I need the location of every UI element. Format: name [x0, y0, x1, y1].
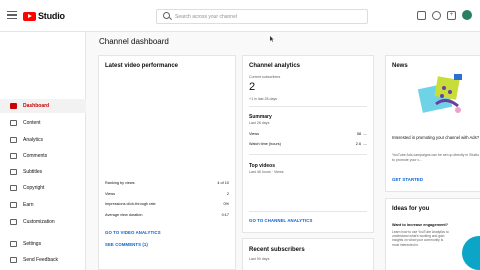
latest-video-card: Latest video performance Ranking by view… — [98, 55, 236, 270]
sidebar-item-comments[interactable]: Comments — [0, 149, 86, 163]
sidebar-item-copyright[interactable]: Copyright — [0, 181, 86, 195]
sidebar-item-analytics[interactable]: Analytics — [0, 133, 86, 147]
sidebar-item-label: Earn — [23, 202, 34, 208]
copyright-icon — [10, 185, 17, 191]
stat-value: 0:17 — [221, 213, 229, 217]
avatar[interactable] — [462, 10, 472, 20]
recent-subscribers-period: Last 90 days — [249, 257, 270, 261]
stat-value: 0% — [223, 202, 230, 206]
customization-icon — [10, 219, 17, 225]
channel-analytics-card: Channel analytics Current subscribers 2 … — [242, 55, 374, 233]
sidebar-item-label: Subtitles — [23, 169, 43, 175]
summary-row: Views 58 — — [249, 130, 367, 138]
ideas-subtitle: Want to increase engagement? — [392, 223, 448, 227]
trend-icon: — — [363, 142, 367, 146]
stat-label: Impressions click-through rate — [105, 202, 156, 206]
summary-value: 2.6 — [355, 142, 362, 146]
sidebar-item-label: Analytics — [23, 137, 44, 143]
stat-row: Impressions click-through rate 0% — [105, 200, 229, 208]
sidebar: Dashboard Content Analytics Comments Sub… — [0, 32, 86, 270]
card-title: Recent subscribers — [249, 247, 305, 253]
sidebar-item-content[interactable]: Content — [0, 116, 86, 130]
settings-icon — [10, 241, 17, 247]
top-videos-period: Last 48 hours · Views — [249, 170, 284, 174]
content-icon — [10, 120, 17, 126]
stat-row: Average view duration 0:17 — [105, 211, 229, 219]
youtube-logo-icon — [23, 11, 36, 21]
comments-icon — [10, 153, 17, 159]
card-title: Channel analytics — [249, 63, 301, 69]
summary-label: Watch time (hours) — [249, 142, 281, 146]
hamburger-icon[interactable] — [7, 11, 17, 19]
top-bar: Studio + — [0, 0, 480, 32]
summary-row: Watch time (hours) 2.6 — — [249, 140, 367, 148]
sidebar-item-label: Settings — [23, 241, 42, 247]
sidebar-item-customization[interactable]: Customization — [0, 215, 86, 229]
sidebar-item-settings[interactable]: Settings — [0, 237, 86, 251]
divider — [249, 154, 367, 155]
studio-logo[interactable]: Studio — [23, 9, 65, 23]
news-card: News Interested in promoting your channe… — [385, 55, 480, 192]
create-icon[interactable]: + — [447, 10, 456, 20]
trend-icon: — — [363, 132, 367, 136]
sidebar-item-earn[interactable]: Earn — [0, 198, 86, 212]
messages-icon[interactable] — [417, 10, 426, 20]
card-title: Latest video performance — [105, 63, 179, 69]
subscribers-count: 2 — [249, 81, 256, 93]
logo-text: Studio — [38, 11, 65, 21]
help-icon[interactable] — [432, 10, 441, 20]
subscribers-label: Current subscribers — [249, 75, 281, 79]
sidebar-item-label: Copyright — [23, 185, 45, 191]
stat-row: Ranking by views 4 of 10 — [105, 179, 229, 187]
top-icons: + — [417, 10, 472, 20]
mouse-cursor-icon — [270, 36, 274, 42]
ideas-body: Learn how to use YouTube Analytics to un… — [392, 230, 449, 247]
summary-period: Last 28 days — [249, 121, 270, 125]
search-input[interactable] — [175, 13, 355, 20]
top-videos-title: Top videos — [249, 163, 276, 169]
search-icon[interactable] — [161, 10, 175, 23]
subtitles-icon — [10, 169, 17, 175]
news-illustration — [406, 68, 472, 126]
go-to-video-analytics-link[interactable]: GO TO VIDEO ANALYTICS — [105, 230, 161, 235]
summary-title: Summary — [249, 114, 272, 120]
summary-value: 58 — [356, 132, 362, 136]
search-bar[interactable] — [156, 9, 368, 24]
see-comments-link[interactable]: SEE COMMENTS (1) — [105, 242, 148, 247]
summary-value-group: 2.6 — — [356, 142, 367, 146]
sidebar-item-label: Comments — [23, 153, 48, 159]
stat-label: Average view duration — [105, 213, 143, 217]
stat-label: Views — [105, 192, 116, 196]
sidebar-item-send-feedback[interactable]: Send Feedback — [0, 253, 86, 267]
analytics-icon — [10, 137, 17, 143]
feedback-icon — [10, 257, 17, 263]
divider — [249, 106, 367, 107]
stat-label: Ranking by views — [105, 181, 135, 185]
news-headline: Interested in promoting your channel wit… — [392, 135, 480, 140]
sidebar-item-label: Customization — [23, 219, 55, 225]
sidebar-item-label: Send Feedback — [23, 257, 59, 263]
stat-row: Views 2 — [105, 190, 229, 198]
sidebar-item-label: Content — [23, 120, 41, 126]
sidebar-item-subtitles[interactable]: Subtitles — [0, 165, 86, 179]
recent-subscribers-card: Recent subscribers Last 90 days — [242, 238, 374, 270]
summary-label: Views — [249, 132, 260, 136]
divider — [249, 211, 367, 212]
go-to-channel-analytics-link[interactable]: GO TO CHANNEL ANALYTICS — [249, 218, 312, 223]
news-body: YouTube Ads campaigns can be set up dire… — [392, 153, 480, 162]
card-title: Ideas for you — [392, 206, 430, 212]
sidebar-item-dashboard[interactable]: Dashboard — [0, 99, 86, 113]
page-title: Channel dashboard — [99, 37, 169, 46]
get-started-link[interactable]: GET STARTED — [392, 177, 423, 182]
dashboard-icon — [10, 103, 17, 109]
earn-icon — [10, 202, 17, 208]
subscribers-change: +1 in last 28 days — [249, 97, 278, 101]
sidebar-item-label: Dashboard — [23, 103, 50, 109]
summary-value-group: 58 — — [357, 132, 367, 136]
stat-value: 4 of 10 — [217, 181, 229, 185]
stat-value: 2 — [226, 192, 229, 196]
